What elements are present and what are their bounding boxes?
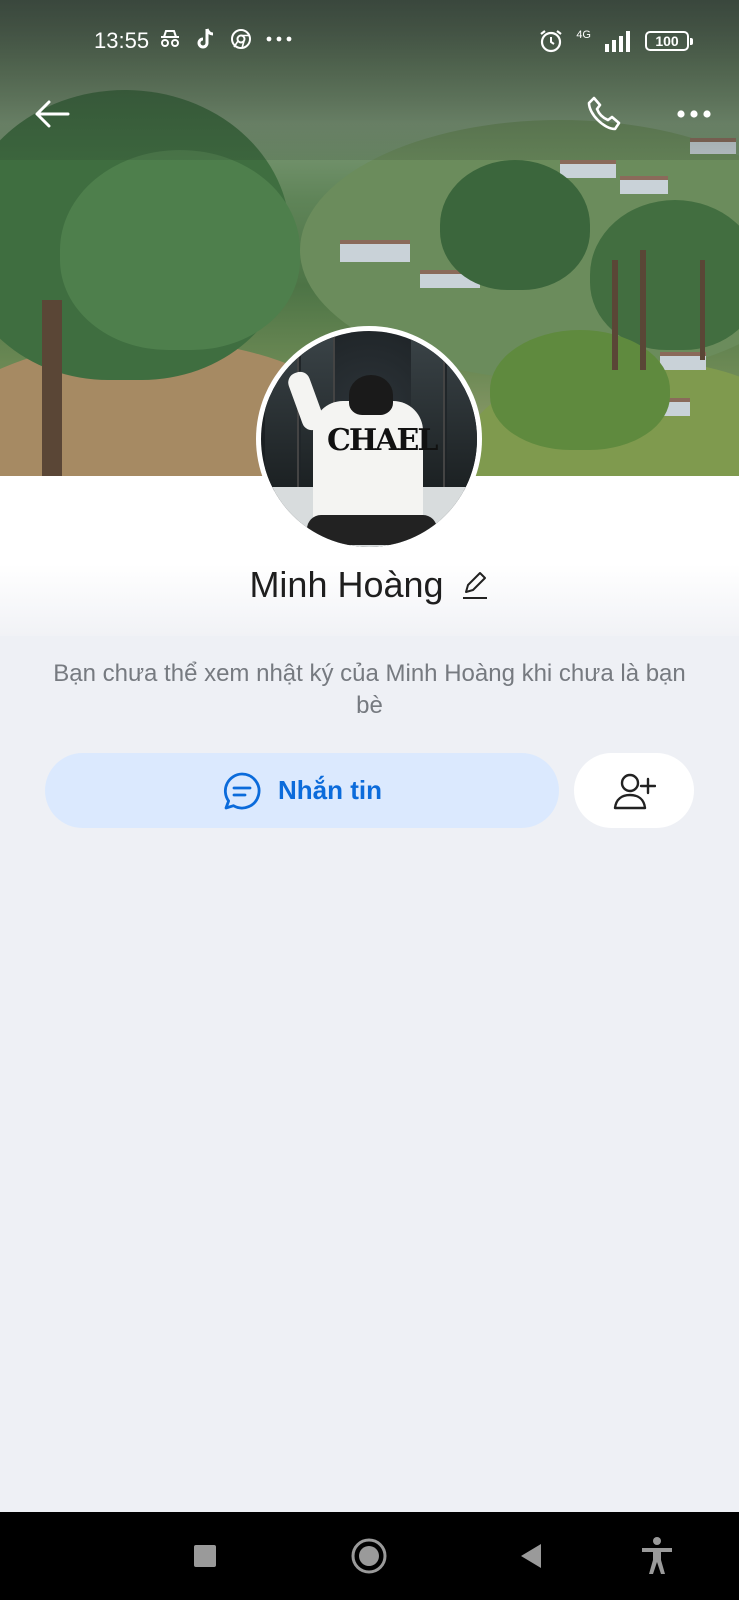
add-friend-button[interactable] [574, 753, 694, 828]
battery-level: 100 [655, 33, 679, 49]
back-nav-button[interactable] [507, 1532, 555, 1580]
home-circle-icon [351, 1538, 387, 1574]
incognito-icon [161, 30, 179, 47]
recents-button[interactable] [181, 1532, 229, 1580]
status-notification-icons [158, 28, 292, 50]
home-button[interactable] [345, 1532, 393, 1580]
recents-square-icon [194, 1545, 216, 1567]
message-button-label: Nhắn tin [278, 775, 382, 805]
accessibility-button[interactable] [633, 1532, 681, 1580]
chat-bubble-icon [223, 772, 261, 809]
pencil-icon [462, 572, 487, 599]
tiktok-icon [197, 28, 214, 49]
profile-name: Minh Hoàng [249, 564, 444, 605]
status-system-icons: 4G 100 [538, 28, 693, 54]
call-button[interactable] [578, 88, 630, 140]
status-bar: 13:55 4G 100 [0, 0, 739, 68]
back-triangle-icon [521, 1544, 541, 1568]
back-arrow-icon [35, 100, 70, 128]
avatar-photo: CHAEL [261, 331, 477, 547]
phone-icon [587, 96, 621, 131]
system-navigation-bar [0, 1512, 739, 1600]
chrome-icon [231, 29, 251, 49]
more-horizontal-icon [677, 110, 711, 118]
message-button[interactable]: Nhắn tin [45, 753, 559, 828]
network-type: 4G [576, 29, 591, 41]
more-options-button[interactable] [668, 88, 720, 140]
battery-icon: 100 [645, 31, 693, 51]
more-dots-icon [266, 36, 292, 42]
status-time: 13:55 [94, 28, 150, 53]
edit-name-button[interactable] [460, 570, 490, 600]
add-friend-icon [613, 773, 656, 809]
signal-icon [605, 31, 630, 52]
avatar[interactable]: CHAEL [256, 326, 482, 552]
back-button[interactable] [26, 88, 78, 140]
alarm-icon [540, 30, 562, 53]
accessibility-icon [642, 1537, 672, 1574]
profile-name-row: Minh Hoàng [0, 564, 739, 606]
diary-restriction-notice: Bạn chưa thể xem nhật ký của Minh Hoàng … [53, 660, 686, 719]
